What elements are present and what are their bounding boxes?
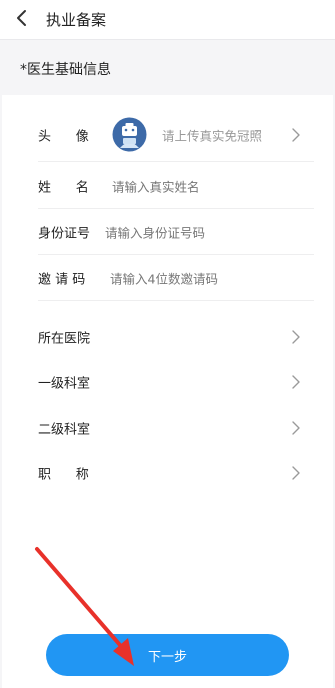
id-number-row: 身份证号 请输入身份证号码 <box>38 209 314 255</box>
section-title: *医生基础信息 <box>20 62 111 78</box>
chevron-right-icon <box>292 375 300 389</box>
avatar-hint: 请上传真实免冠照 <box>162 128 263 143</box>
top-bar: 执业备案 <box>0 0 335 40</box>
name-row: 姓 名 请输入真实姓名 <box>38 163 314 209</box>
form-card: 头 像 请上传真实免冠照 姓 名 请输入真实姓名 身份证号 请输入身份证号码 邀… <box>2 95 333 688</box>
name-input[interactable]: 请输入真实姓名 <box>112 176 200 195</box>
avatar-icon[interactable] <box>112 117 147 152</box>
back-arrow-icon[interactable] <box>15 8 29 28</box>
id-number-label: 身份证号 <box>38 226 91 241</box>
invite-code-label: 邀 请 码 <box>38 272 86 287</box>
dept-level2-label: 二级科室 <box>38 422 91 438</box>
next-button[interactable]: 下一步 <box>46 634 289 676</box>
id-number-input[interactable]: 请输入身份证号码 <box>105 222 205 241</box>
hospital-label: 所在医院 <box>38 331 91 347</box>
chevron-right-icon <box>292 330 300 344</box>
avatar-label: 头 像 <box>38 129 89 144</box>
invite-code-input[interactable]: 请输入4位数邀请码 <box>110 268 218 287</box>
hospital-row[interactable]: 所在医院 <box>38 314 314 360</box>
dept-level1-row[interactable]: 一级科室 <box>38 359 314 405</box>
page-title: 执业备案 <box>46 11 107 29</box>
dept-level2-row[interactable]: 二级科室 <box>38 405 314 451</box>
chevron-right-icon <box>292 421 300 435</box>
job-title-label: 职 称 <box>38 467 89 483</box>
job-title-row[interactable]: 职 称 <box>38 450 314 496</box>
chevron-right-icon <box>292 466 300 480</box>
chevron-right-icon <box>292 127 300 142</box>
avatar-row[interactable]: 头 像 请上传真实免冠照 <box>38 108 314 162</box>
invite-code-row: 邀 请 码 请输入4位数邀请码 <box>38 255 314 301</box>
dept-level1-label: 一级科室 <box>38 376 91 392</box>
name-label: 姓 名 <box>38 180 89 195</box>
